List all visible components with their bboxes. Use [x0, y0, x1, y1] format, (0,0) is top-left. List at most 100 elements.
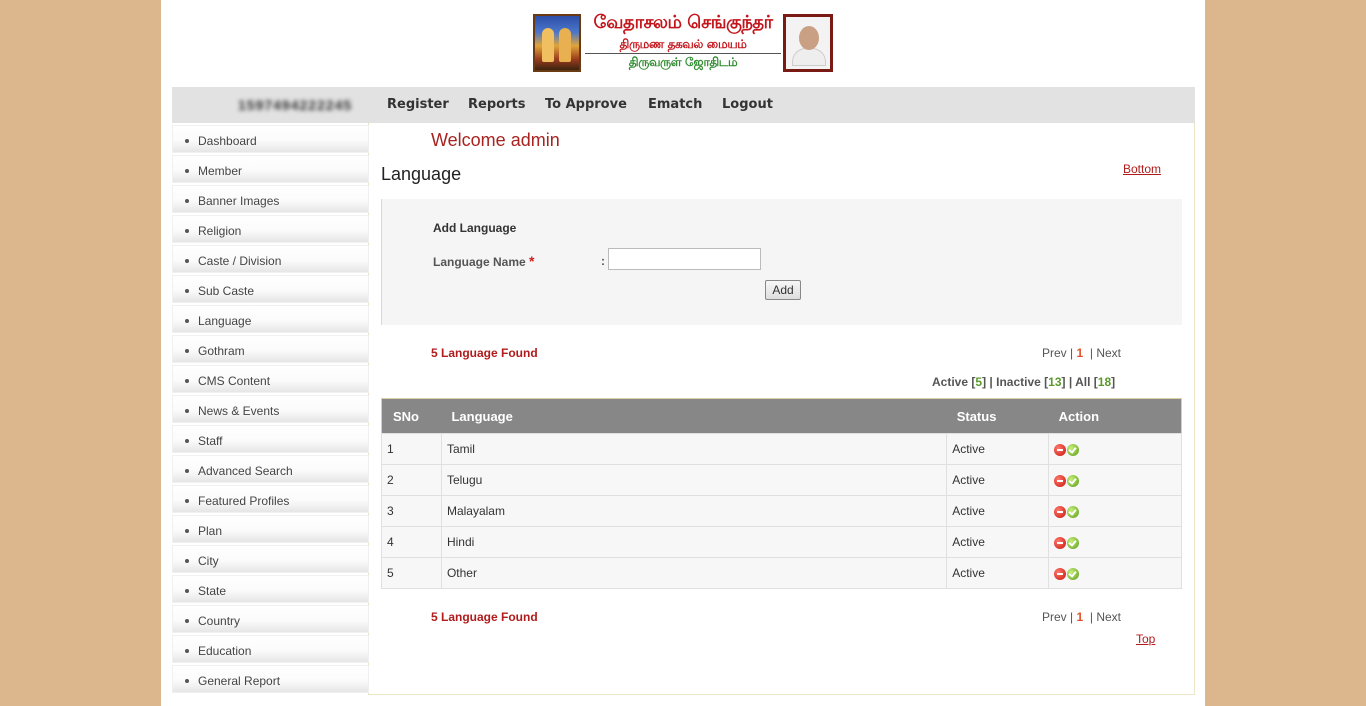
- sidebar-item-featured-profiles[interactable]: Featured Profiles: [172, 485, 369, 513]
- sidebar-item-label: Featured Profiles: [198, 494, 290, 508]
- sidebar-item-member[interactable]: Member: [172, 155, 369, 183]
- pager-separator: |: [1070, 346, 1074, 360]
- sidebar-item-label: Advanced Search: [198, 464, 293, 478]
- prev-link[interactable]: Prev: [1042, 346, 1067, 360]
- bullet-icon: [185, 529, 189, 533]
- cell-status: Active: [946, 433, 1050, 465]
- sidebar-item-advanced-search[interactable]: Advanced Search: [172, 455, 369, 483]
- delete-icon[interactable]: [1054, 505, 1067, 518]
- bullet-icon: [185, 649, 189, 653]
- filter-active[interactable]: Active [5]: [932, 375, 986, 389]
- bottom-link[interactable]: Bottom: [1123, 162, 1161, 176]
- column-header-status: Status: [956, 408, 997, 424]
- bullet-icon: [185, 379, 189, 383]
- bullet-icon: [185, 559, 189, 563]
- pager-separator: |: [1089, 610, 1093, 624]
- next-link[interactable]: Next: [1096, 346, 1121, 360]
- prev-link[interactable]: Prev: [1042, 610, 1067, 624]
- activate-icon[interactable]: [1067, 567, 1080, 580]
- active-count: 5: [975, 375, 983, 389]
- sidebar-item-city[interactable]: City: [172, 545, 369, 573]
- filter-separator: |: [989, 375, 993, 389]
- cell-sno: 2: [381, 464, 442, 496]
- add-language-form: Add Language Language Name * : Add: [381, 199, 1182, 325]
- sidebar-item-education[interactable]: Education: [172, 635, 369, 663]
- nav-to-approve[interactable]: To Approve: [545, 97, 627, 112]
- top-link[interactable]: Top: [1136, 632, 1155, 646]
- delete-icon[interactable]: [1054, 567, 1067, 580]
- sidebar-item-label: Religion: [198, 224, 242, 238]
- nav-reports[interactable]: Reports: [468, 97, 525, 112]
- sidebar-item-language[interactable]: Language: [172, 305, 369, 333]
- site-header: வேதாசலம் செங்குந்தர் திருமண தகவல் மையம் …: [161, 0, 1205, 87]
- language-name-input[interactable]: [608, 248, 761, 270]
- cell-sno: 1: [381, 433, 442, 465]
- logo-tagline: திருவருள் ஜோதிடம்: [628, 55, 738, 69]
- sidebar-item-plan[interactable]: Plan: [172, 515, 369, 543]
- sidebar-item-staff[interactable]: Staff: [172, 425, 369, 453]
- sidebar-item-banner-images[interactable]: Banner Images: [172, 185, 369, 213]
- activate-icon[interactable]: [1067, 443, 1080, 456]
- cell-action: [1048, 433, 1182, 465]
- activate-icon[interactable]: [1067, 505, 1080, 518]
- sidebar-item-gothram[interactable]: Gothram: [172, 335, 369, 363]
- phone-number: 1597494222245: [238, 97, 353, 113]
- sidebar-item-religion[interactable]: Religion: [172, 215, 369, 243]
- bullet-icon: [185, 409, 189, 413]
- page-1-link[interactable]: 1: [1077, 346, 1084, 360]
- sidebar-item-label: Gothram: [198, 344, 245, 358]
- delete-icon[interactable]: [1054, 536, 1067, 549]
- next-link[interactable]: Next: [1096, 610, 1121, 624]
- add-button[interactable]: Add: [765, 280, 801, 300]
- result-count: 5 Language Found: [431, 346, 538, 360]
- sidebar-item-label: Caste / Division: [198, 254, 282, 268]
- cell-sno: 5: [381, 557, 442, 589]
- delete-icon[interactable]: [1054, 474, 1067, 487]
- sidebar-item-country[interactable]: Country: [172, 605, 369, 633]
- cell-action: [1048, 557, 1182, 589]
- field-label-text: Language Name: [433, 255, 526, 269]
- bullet-icon: [185, 349, 189, 353]
- language-table: SNo Language Status Action 1 Tamil Activ…: [381, 398, 1182, 589]
- sidebar-item-label: Dashboard: [198, 134, 257, 148]
- founder-portrait-image: [783, 14, 833, 72]
- delete-icon[interactable]: [1054, 443, 1067, 456]
- bullet-icon: [185, 229, 189, 233]
- bullet-icon: [185, 169, 189, 173]
- sidebar-item-news-events[interactable]: News & Events: [172, 395, 369, 423]
- sidebar-item-label: Banner Images: [198, 194, 280, 208]
- sidebar-item-dashboard[interactable]: Dashboard: [172, 125, 369, 153]
- logo-title: வேதாசலம் செங்குந்தர்: [593, 12, 773, 33]
- filter-all-label: All: [1075, 375, 1091, 389]
- page-1-link[interactable]: 1: [1077, 610, 1084, 624]
- activate-icon[interactable]: [1067, 536, 1080, 549]
- bullet-icon: [185, 289, 189, 293]
- nav-ematch[interactable]: Ematch: [648, 97, 702, 112]
- sidebar-item-label: Country: [198, 614, 241, 628]
- sidebar-item-label: Member: [198, 164, 243, 178]
- sidebar-item-general-report[interactable]: General Report: [172, 665, 369, 693]
- status-filters: Active [5] | Inactive [13] | All [18]: [932, 375, 1115, 389]
- logo-divider: [585, 53, 781, 54]
- nav-logout[interactable]: Logout: [722, 97, 773, 112]
- bullet-icon: [185, 469, 189, 473]
- filter-all[interactable]: All [18]: [1075, 375, 1115, 389]
- sidebar-item-cms-content[interactable]: CMS Content: [172, 365, 369, 393]
- filter-inactive[interactable]: Inactive [13]: [996, 375, 1065, 389]
- pagination-bottom: Prev | 1 | Next: [1042, 610, 1121, 624]
- required-mark: *: [529, 253, 535, 269]
- sidebar-item-caste-division[interactable]: Caste / Division: [172, 245, 369, 273]
- sidebar-item-state[interactable]: State: [172, 575, 369, 603]
- cell-status: Active: [946, 557, 1050, 589]
- filter-active-label: Active: [932, 375, 969, 389]
- deity-logo-image: [533, 14, 581, 72]
- table-row: 4 Hindi Active: [381, 526, 1182, 558]
- sidebar-item-sub-caste[interactable]: Sub Caste: [172, 275, 369, 303]
- sidebar-item-label: Staff: [198, 434, 223, 448]
- table-row: 2 Telugu Active: [381, 464, 1182, 496]
- activate-icon[interactable]: [1067, 474, 1080, 487]
- bullet-icon: [185, 499, 189, 503]
- cell-sno: 4: [381, 526, 442, 558]
- nav-register[interactable]: Register: [387, 97, 449, 112]
- cell-action: [1048, 526, 1182, 558]
